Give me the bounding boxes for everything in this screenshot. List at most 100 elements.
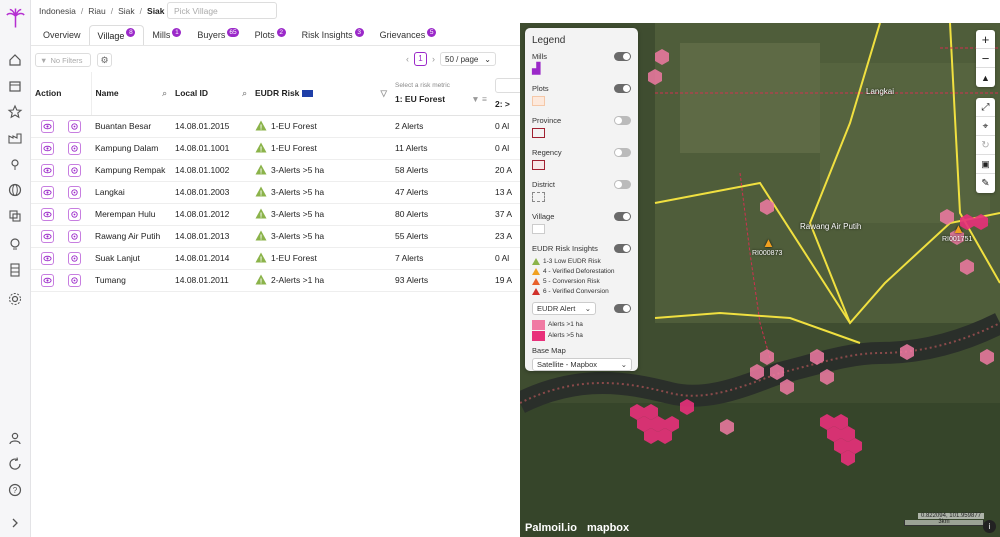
rotate-icon[interactable]: ↻: [976, 136, 995, 155]
header-eudr-risk[interactable]: EUDR Risk ▽: [251, 72, 391, 116]
home-icon[interactable]: [7, 52, 23, 68]
table-row[interactable]: Tumang 14.08.01.2011! 2-Alerts >1 ha 93 Ale…: [31, 269, 520, 292]
breadcrumb-regency[interactable]: Siak: [118, 6, 135, 16]
province-toggle[interactable]: [614, 115, 631, 125]
column-settings-button[interactable]: ⚙: [97, 53, 112, 67]
mills-toggle[interactable]: [614, 51, 631, 61]
user-icon[interactable]: [7, 430, 23, 446]
locate-icon[interactable]: ⌖: [976, 117, 995, 136]
village-marker[interactable]: ▲ RI001751: [942, 221, 972, 243]
mapbox-brand[interactable]: mapbox: [587, 522, 629, 534]
cell-metric-2: 23 A: [491, 225, 520, 248]
next-page-icon[interactable]: ›: [432, 54, 435, 64]
table-row[interactable]: Langkai 14.08.01.2003! 3-Alerts >5 ha 47 Al…: [31, 181, 520, 204]
locate-on-map-icon[interactable]: [68, 185, 81, 199]
factory-icon[interactable]: [7, 130, 23, 146]
fullscreen-icon[interactable]: ⤢: [976, 98, 995, 117]
locate-on-map-icon[interactable]: [68, 141, 81, 155]
filter-icon[interactable]: ▽: [380, 88, 387, 99]
lightbulb-icon[interactable]: [7, 236, 23, 252]
zoom-in-button[interactable]: +: [976, 30, 995, 49]
village-swatch: [532, 224, 545, 234]
breadcrumb-province[interactable]: Riau: [88, 6, 105, 16]
cell-name: Rawang Air Putih: [91, 225, 171, 248]
camera-icon[interactable]: ▣: [976, 155, 995, 174]
view-eye-icon[interactable]: [41, 273, 54, 287]
cell-local-id: 14.08.01.2013: [171, 225, 251, 248]
alert-level-item: Alerts >1 ha: [532, 319, 631, 330]
filters-button[interactable]: ▼ No Filters: [35, 53, 91, 67]
tab-mills[interactable]: Mills 1: [144, 25, 189, 45]
locate-on-map-icon[interactable]: [68, 251, 81, 265]
tab-overview[interactable]: Overview: [35, 25, 89, 45]
palm-logo-icon[interactable]: [6, 8, 25, 28]
compass-button[interactable]: ▲: [976, 68, 995, 87]
tab-plots[interactable]: Plots 2: [247, 25, 294, 45]
header-name[interactable]: Name ⌕: [90, 72, 171, 116]
map-view[interactable]: Langkai Rawang Air Putih ▲ RI000873 ▲ RI00…: [520, 23, 1000, 537]
database-icon[interactable]: [7, 262, 23, 278]
table-row[interactable]: Merempan Hulu 14.08.01.2012! 3-Alerts >5 h…: [31, 203, 520, 226]
warning-triangle-icon: [532, 277, 540, 285]
alert-toggle[interactable]: [614, 303, 631, 313]
view-eye-icon[interactable]: [41, 229, 54, 243]
zoom-out-button[interactable]: −: [976, 49, 995, 68]
view-eye-icon[interactable]: [41, 207, 54, 221]
tab-risk-insights[interactable]: Risk Insights 3: [294, 25, 372, 45]
row-actions: [31, 137, 91, 160]
view-eye-icon[interactable]: [41, 141, 54, 155]
header-risk-metric-2[interactable]: 2: >: [491, 72, 520, 116]
calendar-icon[interactable]: [7, 78, 23, 94]
current-page[interactable]: 1: [414, 52, 427, 66]
alert-type-select[interactable]: EUDR Alert ⌄: [532, 301, 596, 315]
layers-icon[interactable]: [7, 208, 23, 224]
village-toggle[interactable]: [614, 211, 631, 221]
settings-gear-icon[interactable]: [7, 291, 23, 307]
refresh-icon[interactable]: [7, 456, 23, 472]
breadcrumb-country[interactable]: Indonesia: [39, 6, 76, 16]
locate-on-map-icon[interactable]: [68, 163, 81, 177]
locate-on-map-icon[interactable]: [68, 119, 81, 133]
village-picker[interactable]: Pick Village: [167, 2, 277, 19]
warning-triangle-icon: [532, 287, 540, 295]
table-row[interactable]: Rawang Air Putih 14.08.01.2013! 3-Alerts >…: [31, 225, 520, 248]
prev-page-icon[interactable]: ‹: [406, 54, 409, 64]
table-row[interactable]: Kampung Dalam 14.08.01.1001! 1-EU Forest 11…: [31, 137, 520, 160]
table-row[interactable]: Suak Lanjut 14.08.01.2014! 1-EU Forest 7 Al…: [31, 247, 520, 270]
draw-pencil-icon[interactable]: ✎: [976, 174, 995, 193]
sort-filter-icon[interactable]: ▼ ≡: [471, 94, 487, 104]
table-row[interactable]: Kampung Rempak 14.08.01.1002! 3-Alerts >5 …: [31, 159, 520, 182]
locate-on-map-icon[interactable]: [68, 229, 81, 243]
village-marker[interactable]: ▲ RI000873: [752, 235, 782, 257]
base-map-select[interactable]: Satellite - Mapbox ⌄: [532, 358, 632, 371]
search-icon[interactable]: ⌕: [242, 88, 247, 99]
palmoil-brand[interactable]: Palmoil.io: [525, 522, 577, 534]
view-eye-icon[interactable]: [41, 163, 54, 177]
regency-toggle[interactable]: [614, 147, 631, 157]
star-icon[interactable]: [7, 104, 23, 120]
eudr-risk-toggle[interactable]: [614, 243, 631, 253]
district-toggle[interactable]: [614, 179, 631, 189]
header-risk-metric-eu-forest[interactable]: Select a risk metric 1: EU Forest ▼ ≡: [391, 72, 491, 116]
info-icon[interactable]: i: [983, 520, 996, 533]
locate-on-map-icon[interactable]: [68, 207, 81, 221]
help-icon[interactable]: ?: [7, 482, 23, 498]
view-eye-icon[interactable]: [41, 251, 54, 265]
plots-toggle[interactable]: [614, 83, 631, 93]
view-eye-icon[interactable]: [41, 119, 54, 133]
tab-village[interactable]: Village 8: [88, 25, 145, 45]
metric-select[interactable]: [495, 77, 520, 93]
page-size-select[interactable]: 50 / page ⌄: [440, 52, 496, 66]
header-local-id[interactable]: Local ID ⌕: [171, 72, 251, 116]
tab-grievances[interactable]: Grievances 5: [372, 25, 445, 45]
search-icon[interactable]: ⌕: [162, 88, 167, 99]
cell-name: Buantan Besar: [91, 115, 171, 138]
tab-buyers[interactable]: Buyers 65: [189, 25, 246, 45]
count-badge: 3: [354, 27, 364, 37]
globe-icon[interactable]: [7, 182, 23, 198]
view-eye-icon[interactable]: [41, 185, 54, 199]
table-row[interactable]: Buantan Besar 14.08.01.2015! 1-EU Forest 2 …: [31, 115, 520, 138]
location-pin-icon[interactable]: [7, 156, 23, 172]
expand-chevron-icon[interactable]: [7, 515, 23, 531]
locate-on-map-icon[interactable]: [68, 273, 81, 287]
